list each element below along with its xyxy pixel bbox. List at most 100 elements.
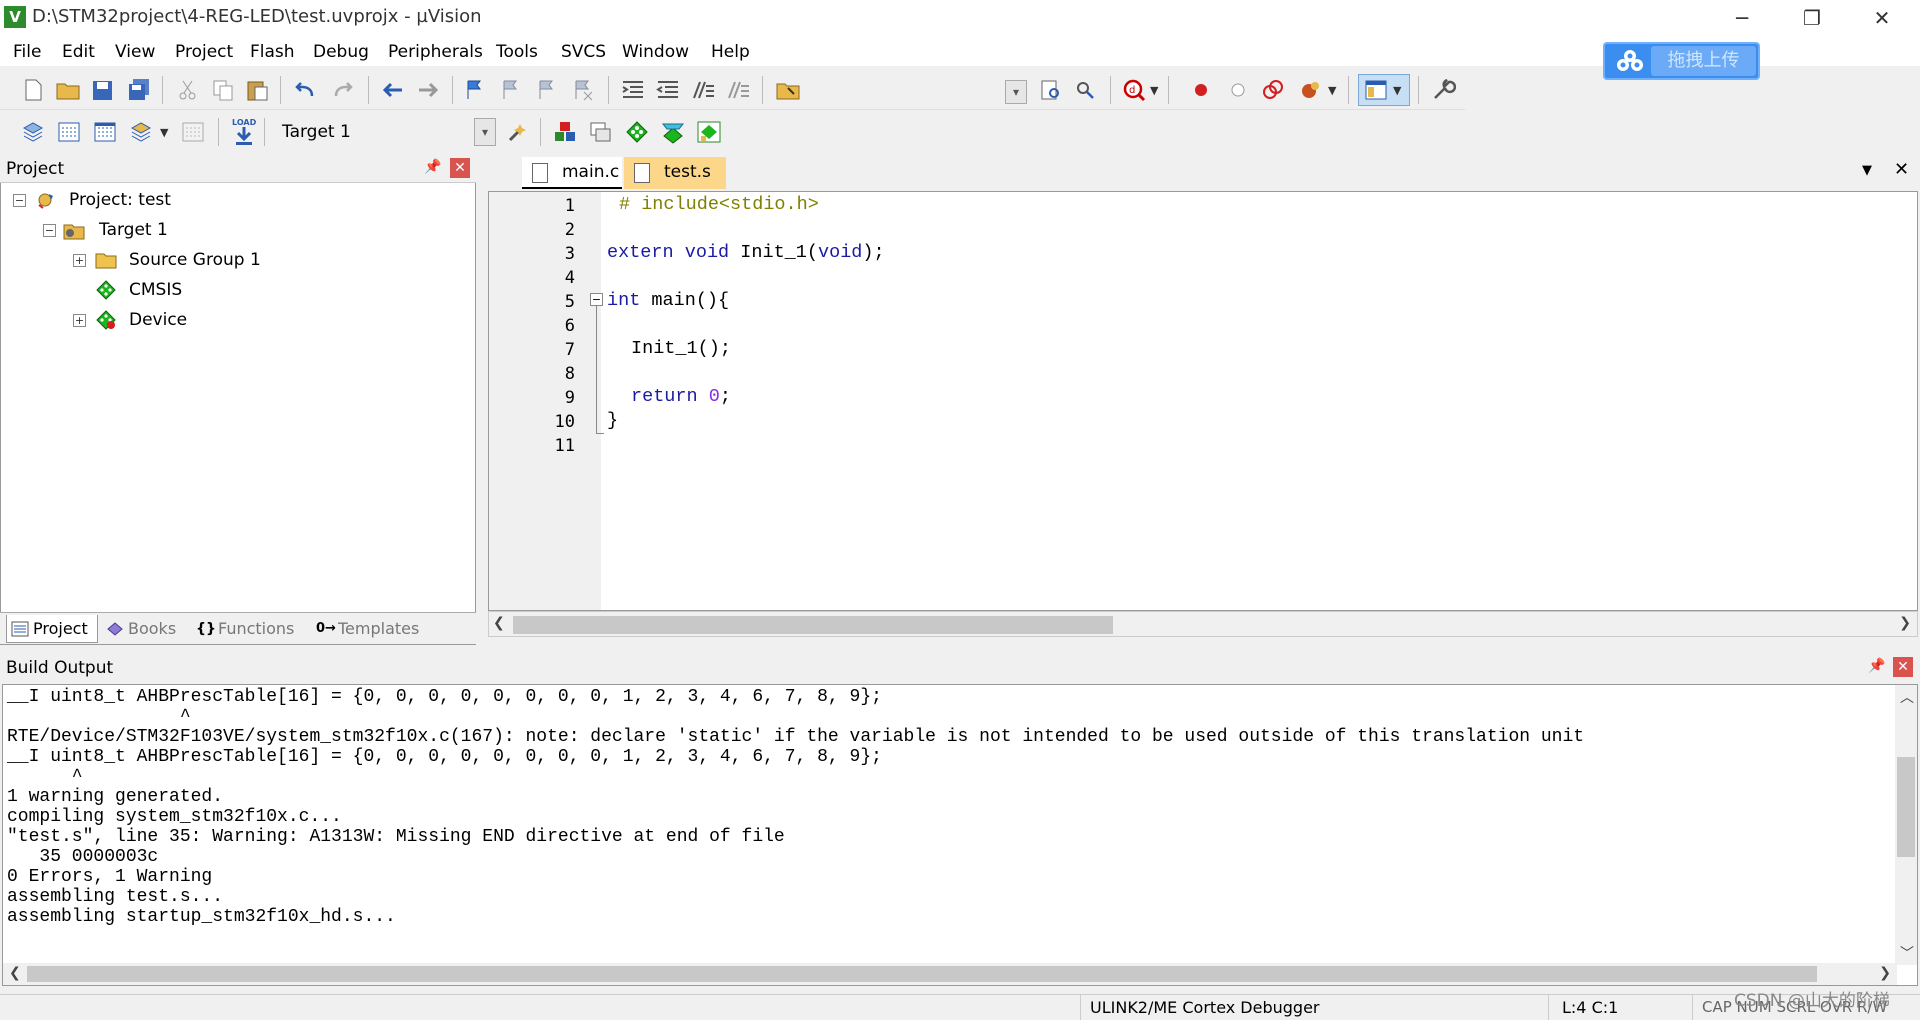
expand-device-toggle[interactable]: + (73, 314, 86, 327)
tab-functions[interactable]: {} Functions (192, 615, 306, 643)
debug-dropdown-arrow[interactable]: ▼ (1150, 84, 1158, 97)
software-packs-icon[interactable] (696, 120, 722, 144)
layout-dropdown-arrow[interactable]: ▼ (1393, 84, 1401, 97)
stop-build-icon[interactable] (180, 120, 206, 144)
uncomment-icon[interactable] (725, 78, 751, 102)
disable-all-breakpoints-icon[interactable] (1260, 78, 1286, 102)
batch-build-icon[interactable] (128, 120, 154, 144)
pin-icon[interactable]: 📌 (1868, 658, 1885, 674)
build-icon[interactable] (56, 120, 82, 144)
find-replace-icon[interactable] (1073, 78, 1099, 102)
scroll-left-icon[interactable]: ❮ (9, 965, 21, 981)
close-panel-icon[interactable]: ✕ (450, 158, 470, 178)
enable-breakpoint-icon[interactable] (1225, 78, 1251, 102)
tab-templates[interactable]: 0→ Templates (312, 615, 436, 643)
clear-bookmarks-icon[interactable] (570, 78, 596, 102)
menu-file[interactable]: File (13, 42, 41, 62)
navigate-forward-icon[interactable] (415, 78, 441, 102)
unindent-icon[interactable] (655, 78, 681, 102)
new-file-icon[interactable] (20, 78, 46, 102)
insert-bookmark-icon[interactable] (462, 78, 488, 102)
navigate-back-icon[interactable] (380, 78, 406, 102)
tab-label: Functions (218, 619, 295, 638)
scroll-down-icon[interactable]: ﹀ (1900, 943, 1914, 963)
previous-bookmark-icon[interactable] (498, 78, 524, 102)
minimize-button[interactable]: ─ (1712, 2, 1772, 34)
output-vertical-scrollbar[interactable]: ︿ ﹀ (1895, 685, 1917, 965)
output-line: 35 0000003c (7, 847, 159, 867)
tab-list-dropdown[interactable]: ▼ (1862, 163, 1872, 178)
debug-session-icon[interactable]: d (1122, 78, 1148, 102)
save-all-icon[interactable] (126, 78, 152, 102)
collapse-target-toggle[interactable]: − (43, 224, 56, 237)
configure-wrench-icon[interactable] (1430, 78, 1456, 102)
menu-flash[interactable]: Flash (250, 42, 295, 62)
manage-run-time-environment-icon[interactable] (624, 120, 650, 144)
menu-help[interactable]: Help (711, 42, 750, 62)
code-editor[interactable]: 1 2 3 4 5 6 7 8 9 10 11 − # include<stdi… (488, 191, 1918, 611)
breakpoint-dropdown-arrow[interactable]: ▼ (1328, 84, 1336, 97)
batch-dropdown-arrow[interactable]: ▼ (160, 126, 168, 139)
copy-icon[interactable] (210, 78, 236, 102)
paste-icon[interactable] (245, 78, 271, 102)
comment-icon[interactable] (690, 78, 716, 102)
menu-edit[interactable]: Edit (62, 42, 95, 62)
scroll-right-icon[interactable]: ❯ (1879, 965, 1891, 981)
tab-test-s[interactable]: test.s (624, 157, 726, 189)
tab-books[interactable]: Books (102, 615, 186, 643)
collapse-project-toggle[interactable]: − (13, 194, 26, 207)
window-layout-button[interactable]: ▼ (1358, 74, 1410, 106)
kill-all-breakpoints-icon[interactable] (1298, 78, 1324, 102)
scrollbar-thumb[interactable] (27, 966, 1817, 982)
translate-icon[interactable] (20, 120, 46, 144)
next-bookmark-icon[interactable] (534, 78, 560, 102)
menu-tools[interactable]: Tools (496, 42, 538, 62)
manage-project-items-icon[interactable] (552, 120, 578, 144)
scroll-left-icon[interactable]: ❮ (493, 615, 505, 631)
undo-icon[interactable] (292, 78, 318, 102)
target-dropdown-arrow[interactable]: ▾ (474, 118, 496, 146)
pack-installer-icon[interactable] (660, 120, 686, 144)
cut-icon[interactable] (175, 78, 201, 102)
build-output-panel[interactable]: __I uint8_t AHBPrescTable[16] = {0, 0, 0… (2, 684, 1918, 986)
target-folder-icon (63, 224, 85, 240)
indent-icon[interactable] (620, 78, 646, 102)
title-bar: V D:\STM32project\4-REG-LED\test.uvprojx… (0, 0, 1920, 36)
find-combo-dropdown[interactable]: ▾ (1005, 80, 1027, 104)
incremental-find-icon[interactable] (1038, 78, 1064, 102)
scrollbar-thumb[interactable] (1897, 757, 1915, 857)
scroll-up-icon[interactable]: ︿ (1900, 687, 1914, 707)
fold-toggle[interactable]: − (590, 293, 603, 306)
baidu-upload-widget[interactable]: 拖拽上传 (1603, 42, 1760, 80)
target-select[interactable]: Target 1 ▾ (272, 118, 496, 146)
insert-breakpoint-icon[interactable] (1188, 78, 1214, 102)
restore-button[interactable]: ❐ (1782, 2, 1842, 34)
find-in-files-icon[interactable] (775, 78, 801, 102)
scrollbar-thumb[interactable] (513, 616, 1113, 634)
menu-peripherals[interactable]: Peripherals (388, 42, 483, 62)
open-folder-icon[interactable] (55, 78, 81, 102)
scroll-right-icon[interactable]: ❯ (1899, 615, 1911, 631)
menu-debug[interactable]: Debug (313, 42, 369, 62)
close-editor-tab-button[interactable]: ✕ (1894, 159, 1909, 180)
redo-icon[interactable] (330, 78, 356, 102)
rebuild-icon[interactable] (92, 120, 118, 144)
download-load-button[interactable]: LOAD (230, 118, 258, 146)
save-icon[interactable] (90, 78, 116, 102)
menu-window[interactable]: Window (622, 42, 689, 62)
menu-project[interactable]: Project (175, 42, 233, 62)
tab-project[interactable]: Project (6, 615, 98, 643)
select-packs-icon[interactable] (588, 120, 614, 144)
fold-guide-end (596, 433, 604, 434)
output-horizontal-scrollbar[interactable]: ❮ ❯ (3, 963, 1897, 985)
menu-svcs[interactable]: SVCS (561, 42, 606, 62)
expand-source-group-toggle[interactable]: + (73, 254, 86, 267)
options-for-target-icon[interactable] (506, 120, 532, 144)
close-panel-icon[interactable]: ✕ (1893, 657, 1913, 677)
drag-upload-button[interactable]: 拖拽上传 (1651, 46, 1756, 76)
menu-view[interactable]: View (115, 42, 155, 62)
editor-horizontal-scrollbar[interactable]: ❮ ❯ (488, 611, 1918, 637)
tab-main-c[interactable]: main.c (522, 157, 622, 189)
pin-icon[interactable]: 📌 (424, 159, 441, 175)
close-window-button[interactable]: ✕ (1852, 2, 1912, 34)
